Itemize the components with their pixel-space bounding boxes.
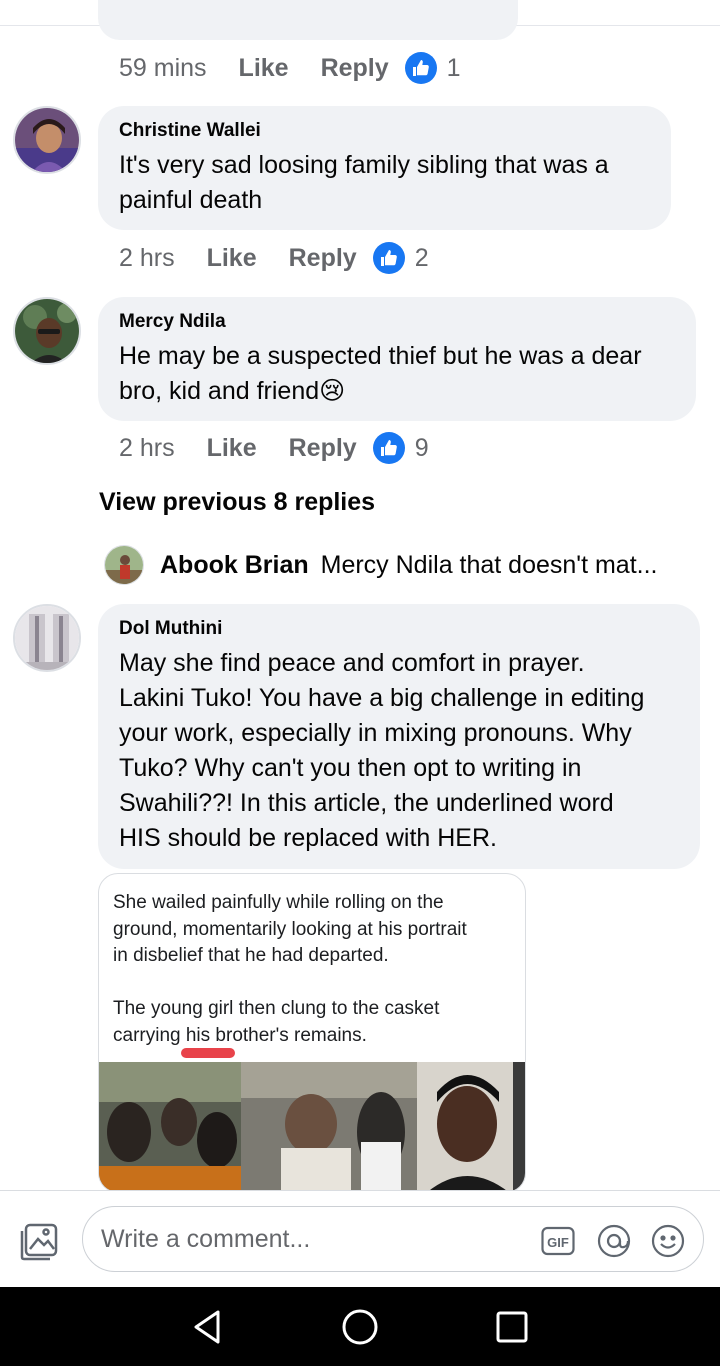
comment-input-field[interactable]: GIF	[82, 1206, 704, 1272]
comment-bubble: Mercy Ndila He may be a suspected thief …	[98, 297, 696, 421]
reply-button[interactable]: Reply	[289, 244, 357, 273]
like-button[interactable]: Like	[239, 54, 289, 83]
comment-bubble: Dol Muthini May she find peace and comfo…	[98, 604, 700, 869]
commenter-name[interactable]: Christine Wallei	[119, 120, 650, 142]
comment-text-body: He may be a suspected thief but he was a…	[119, 342, 642, 405]
image-photo-strip	[99, 1062, 525, 1192]
system-nav-bar	[0, 1287, 720, 1366]
comment-actions: 2 hrs Like Reply 2	[119, 240, 429, 276]
mention-icon[interactable]	[597, 1224, 631, 1258]
reaction-count[interactable]: 9	[415, 434, 429, 463]
comment-time: 59 mins	[119, 53, 207, 82]
avatar[interactable]	[13, 604, 81, 672]
emoji-icon[interactable]	[651, 1224, 685, 1258]
comment-actions: 2 hrs Like Reply 9	[119, 430, 429, 466]
avatar[interactable]	[13, 297, 81, 365]
reply-preview[interactable]: Abook Brian Mercy Ndila that doesn't mat…	[104, 544, 657, 586]
comment-input[interactable]	[101, 1219, 521, 1259]
like-reaction-icon	[372, 242, 405, 274]
like-button[interactable]: Like	[207, 244, 257, 273]
comment-time: 2 hrs	[119, 433, 175, 462]
comment-text: May she find peace and comfort in prayer…	[119, 649, 645, 852]
view-previous-replies-link[interactable]: View previous 8 replies	[99, 488, 375, 517]
back-icon[interactable]	[188, 1307, 228, 1347]
commenter-name[interactable]: Mercy Ndila	[119, 311, 675, 333]
reply-button[interactable]: Reply	[321, 54, 389, 83]
red-underline-mark	[181, 1048, 235, 1058]
previous-comment-bubble	[98, 0, 518, 40]
like-button[interactable]: Like	[207, 434, 257, 463]
comment-bubble: Christine Wallei It's very sad loosing f…	[98, 106, 671, 230]
image-caption-text: She wailed painfully while rolling on th…	[113, 892, 467, 1046]
reaction-count[interactable]: 2	[415, 244, 429, 273]
previous-comment-actions: 59 mins Like Reply 1	[119, 50, 461, 86]
reply-preview-text: Mercy Ndila that doesn't mat...	[320, 550, 658, 579]
commenter-name[interactable]: Dol Muthini	[119, 618, 679, 640]
comment-time: 2 hrs	[119, 243, 175, 272]
reply-author-name[interactable]: Abook Brian	[160, 551, 309, 580]
attached-image[interactable]: She wailed painfully while rolling on th…	[98, 873, 526, 1193]
comment-composer: GIF	[0, 1190, 720, 1287]
crying-emoji: 😢	[319, 377, 346, 405]
gif-label: GIF	[547, 1235, 569, 1250]
reaction-count[interactable]: 1	[447, 54, 461, 83]
like-reaction-icon	[372, 432, 405, 464]
recents-icon[interactable]	[492, 1307, 532, 1347]
comment-text: He may be a suspected thief but he was a…	[119, 339, 675, 409]
mourner-photo	[241, 1062, 417, 1192]
avatar[interactable]	[104, 545, 144, 585]
gallery-icon[interactable]	[18, 1219, 62, 1263]
portrait-photo	[417, 1062, 525, 1192]
like-reaction-icon	[404, 52, 437, 84]
comment-text: It's very sad loosing family sibling tha…	[119, 151, 609, 214]
gif-icon[interactable]: GIF	[541, 1224, 575, 1258]
funeral-photo	[99, 1062, 241, 1192]
avatar[interactable]	[13, 106, 81, 174]
home-icon[interactable]	[340, 1307, 380, 1347]
reply-button[interactable]: Reply	[289, 434, 357, 463]
